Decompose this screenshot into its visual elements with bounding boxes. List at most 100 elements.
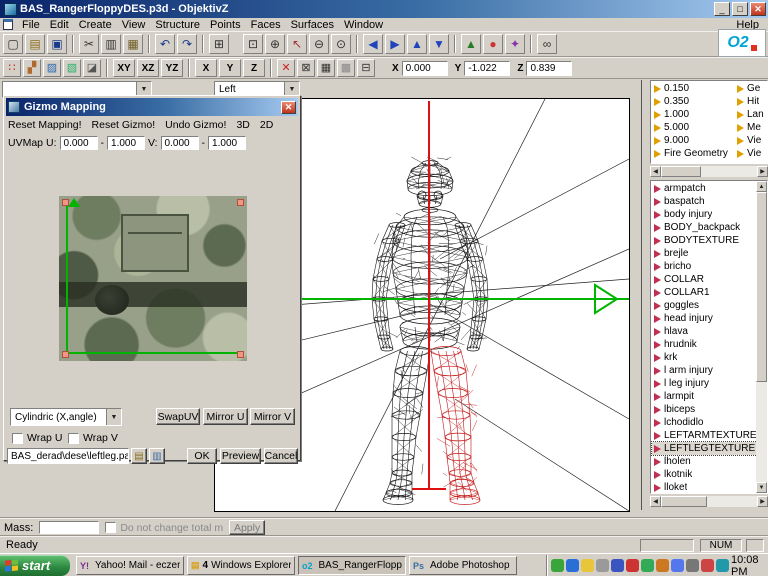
combine-icon[interactable]: ⊠ [297, 59, 315, 77]
mapping-type-combo[interactable]: Cylindric (X,angle) ▼ [10, 408, 122, 426]
menu-item[interactable]: Surfaces [286, 19, 339, 31]
close-button[interactable]: ✕ [750, 2, 766, 16]
tray-icon[interactable] [641, 559, 654, 572]
swapuv-button[interactable]: SwapUV [156, 408, 200, 425]
cut-icon[interactable]: ✂ [79, 34, 99, 54]
selection-item[interactable]: larmpit [652, 390, 757, 403]
delete-selection-icon[interactable]: ✕ [277, 59, 295, 77]
selection-item[interactable]: body injury [652, 208, 757, 221]
toolbar-icon[interactable] [530, 35, 532, 53]
materials-icon[interactable]: ✦ [505, 34, 525, 54]
pan-down-icon[interactable]: ▼ [429, 34, 449, 54]
texture-path-field[interactable]: BAS_derad\dese\leftleg.paa [7, 448, 129, 464]
gizmo-handle-tl[interactable] [62, 199, 69, 206]
selection-item[interactable]: lkotnik [652, 468, 757, 481]
selection-item[interactable]: l leg injury [652, 377, 757, 390]
zoom-in-icon[interactable]: ⊕ [265, 34, 285, 54]
chevron-down-icon[interactable]: ▼ [106, 409, 121, 425]
axis-button[interactable]: X [195, 59, 217, 77]
dialog-menu-item[interactable]: Undo Gizmo! [165, 119, 226, 131]
u-max-field[interactable]: 1.000 [107, 136, 145, 150]
toolbar-icon[interactable] [202, 35, 204, 53]
tray-icon[interactable] [701, 559, 714, 572]
selection-item[interactable]: baspatch [652, 195, 757, 208]
lod-item[interactable]: 5.000 [652, 121, 736, 134]
texture-preview[interactable] [59, 196, 247, 361]
browse-texture-button[interactable]: ▤ [131, 448, 147, 464]
tray-icon[interactable] [716, 559, 729, 572]
toolbar-icon[interactable] [72, 35, 74, 53]
face-select-icon[interactable]: ▨ [43, 59, 61, 77]
selection-item[interactable]: BODY_backpack [652, 221, 757, 234]
gizmo-handle-tr[interactable] [237, 199, 244, 206]
tray-icon[interactable] [611, 559, 624, 572]
toolbar-icon[interactable] [356, 35, 358, 53]
menu-item[interactable]: Create [74, 19, 117, 31]
selection-item[interactable]: armpatch [652, 182, 757, 195]
z-coord-field[interactable]: 0.839 [526, 61, 572, 76]
vertex-select-icon[interactable]: ∷ [3, 59, 21, 77]
scroll-left-icon[interactable]: ◀ [650, 496, 661, 507]
hide-selection-icon[interactable]: ◪ [83, 59, 101, 77]
pan-right-icon[interactable]: ▶ [385, 34, 405, 54]
tray-icon[interactable] [551, 559, 564, 572]
texture-options-button[interactable]: ▥ [149, 448, 165, 464]
mass-total-checkbox[interactable] [105, 522, 116, 533]
x-coord-field[interactable]: 0.000 [402, 61, 448, 76]
dialog-menu-item[interactable]: Reset Mapping! [8, 119, 82, 131]
selection-item[interactable]: krk [652, 351, 757, 364]
toolbar-icon[interactable] [454, 35, 456, 53]
tray-icon[interactable] [686, 559, 699, 572]
preview-button[interactable]: Preview [220, 448, 261, 464]
gizmo-v-axis[interactable] [66, 201, 68, 355]
menu-item[interactable]: Faces [246, 19, 286, 31]
u-min-field[interactable]: 0.000 [60, 136, 98, 150]
y-coord-field[interactable]: -1.022 [464, 61, 510, 76]
maximize-button[interactable]: □ [732, 2, 748, 16]
plane-button[interactable]: YZ [161, 59, 183, 77]
lod-item[interactable]: 0.150 [652, 82, 736, 95]
menu-item[interactable]: View [117, 19, 151, 31]
gizmo-handle-br[interactable] [237, 351, 244, 358]
tray-icon[interactable] [626, 559, 639, 572]
menu-item[interactable]: File [17, 19, 45, 31]
axis-button[interactable]: Z [243, 59, 265, 77]
toolbar-icon[interactable] [148, 35, 150, 53]
mass-field[interactable] [39, 521, 99, 534]
selection-item[interactable]: brejle [652, 247, 757, 260]
selection-item[interactable]: head injury [652, 312, 757, 325]
plane-button[interactable]: XZ [137, 59, 159, 77]
lod-item[interactable]: 1.000 [652, 108, 736, 121]
scroll-right-icon[interactable]: ▶ [757, 166, 768, 177]
lod-item[interactable]: 0.350 [652, 95, 736, 108]
open-folder-icon[interactable]: ▤ [25, 34, 45, 54]
tray-icon[interactable] [581, 559, 594, 572]
lod-item-col2[interactable]: Vie [735, 134, 768, 147]
mirror-v-button[interactable]: Mirror V [250, 408, 295, 425]
wrap-u-checkbox[interactable] [12, 433, 23, 444]
v-min-field[interactable]: 0.000 [161, 136, 199, 150]
lod-item-col2[interactable]: Hit [735, 95, 768, 108]
gizmo-u-axis[interactable] [64, 352, 241, 354]
sphere-icon[interactable]: ● [483, 34, 503, 54]
menu-item[interactable]: Edit [45, 19, 74, 31]
lod-list-hscroll[interactable]: ◀ ▶ [650, 166, 768, 177]
save-icon[interactable]: ▣ [47, 34, 67, 54]
paste-icon[interactable]: ▦ [123, 34, 143, 54]
selection-item[interactable]: COLLAR1 [652, 286, 757, 299]
grid-icon[interactable]: ⊞ [209, 34, 229, 54]
lod-item[interactable]: 9.000 [652, 134, 736, 147]
selection-item[interactable]: l arm injury [652, 364, 757, 377]
axis-button[interactable]: Y [219, 59, 241, 77]
lod-item-col2[interactable]: Lan [735, 108, 768, 121]
redo-icon[interactable]: ↷ [177, 34, 197, 54]
dialog-titlebar[interactable]: Gizmo Mapping ✕ [6, 98, 298, 116]
lod-item-col2[interactable]: Ge [735, 82, 768, 95]
taskbar-button[interactable]: Y! Yahoo! Mail - eczer... [76, 556, 184, 575]
undo-icon[interactable]: ↶ [155, 34, 175, 54]
selection-item[interactable]: hlava [652, 325, 757, 338]
selection-list-vscroll[interactable]: ▲ ▼ [756, 181, 767, 493]
scroll-up-icon[interactable]: ▲ [756, 181, 767, 192]
selection-item[interactable]: lholen [652, 455, 757, 468]
lod-item[interactable]: Fire Geometry [652, 147, 736, 160]
